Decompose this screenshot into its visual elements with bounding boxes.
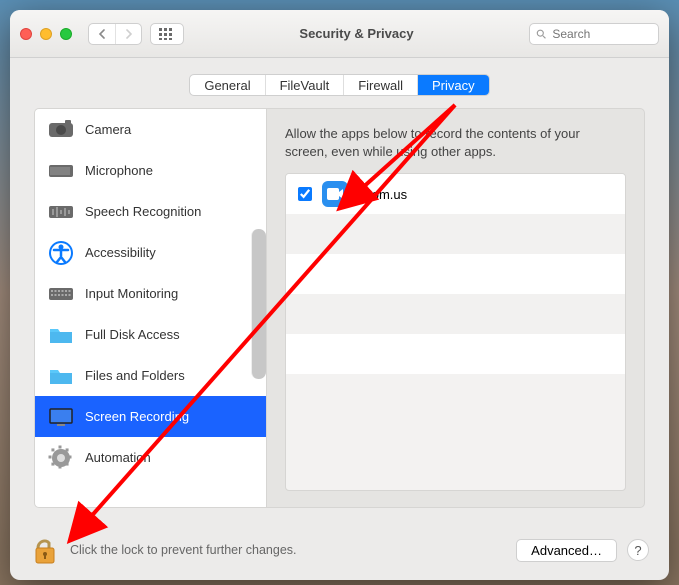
- sidebar-item-label: Files and Folders: [85, 368, 185, 383]
- sidebar-item-speech-recognition[interactable]: Speech Recognition: [35, 191, 266, 232]
- search-icon: [536, 28, 546, 40]
- minimize-window-button[interactable]: [40, 28, 52, 40]
- nav-buttons: [88, 23, 142, 45]
- close-window-button[interactable]: [20, 28, 32, 40]
- search-input[interactable]: [552, 27, 652, 41]
- app-row: [286, 214, 625, 254]
- titlebar: Security & Privacy: [10, 10, 669, 58]
- screen-icon: [47, 403, 75, 431]
- sidebar-item-full-disk-access[interactable]: Full Disk Access: [35, 314, 266, 355]
- app-row: [286, 334, 625, 374]
- preferences-window: Security & Privacy GeneralFileVaultFirew…: [10, 10, 669, 580]
- sidebar-item-label: Microphone: [85, 163, 153, 178]
- search-field[interactable]: [529, 23, 659, 45]
- microphone-icon: [47, 157, 75, 185]
- sidebar-item-automation[interactable]: Automation: [35, 437, 266, 478]
- app-name-label: zoom.us: [358, 187, 407, 202]
- content-area: Camera Microphone Speech Recognition Access…: [34, 108, 645, 508]
- sidebar-item-camera[interactable]: Camera: [35, 109, 266, 150]
- app-row: zoom.us: [286, 174, 625, 214]
- lock-hint-text: Click the lock to prevent further change…: [70, 543, 506, 557]
- keyboard-icon: [47, 280, 75, 308]
- sidebar-item-label: Accessibility: [85, 245, 156, 260]
- sidebar-item-microphone[interactable]: Microphone: [35, 150, 266, 191]
- forward-button[interactable]: [115, 24, 141, 44]
- sidebar-item-label: Input Monitoring: [85, 286, 178, 301]
- tab-general[interactable]: General: [190, 75, 265, 95]
- sidebar-item-files-and-folders[interactable]: Files and Folders: [35, 355, 266, 396]
- advanced-button[interactable]: Advanced…: [516, 539, 617, 562]
- sidebar-item-label: Full Disk Access: [85, 327, 180, 342]
- footer: Click the lock to prevent further change…: [10, 520, 669, 580]
- sidebar-item-screen-recording[interactable]: Screen Recording: [35, 396, 266, 437]
- gear-icon: [47, 444, 75, 472]
- sidebar-item-label: Camera: [85, 122, 131, 137]
- zoom-window-button[interactable]: [60, 28, 72, 40]
- main-panel: Allow the apps below to record the conte…: [267, 109, 644, 507]
- window-controls: [20, 28, 72, 40]
- folder-icon: [47, 321, 75, 349]
- permission-description: Allow the apps below to record the conte…: [285, 125, 626, 161]
- app-row: [286, 254, 625, 294]
- folder-icon: [47, 362, 75, 390]
- show-all-button[interactable]: [150, 23, 184, 45]
- tabs-bar: GeneralFileVaultFirewallPrivacy: [10, 58, 669, 108]
- privacy-sidebar[interactable]: Camera Microphone Speech Recognition Access…: [35, 109, 267, 507]
- sidebar-item-label: Screen Recording: [85, 409, 189, 424]
- help-button[interactable]: ?: [627, 539, 649, 561]
- lock-icon[interactable]: [30, 535, 60, 565]
- app-list: zoom.us: [285, 173, 626, 491]
- speech-icon: [47, 198, 75, 226]
- scrollbar[interactable]: [251, 229, 266, 379]
- sidebar-item-label: Automation: [85, 450, 151, 465]
- tab-privacy[interactable]: Privacy: [418, 75, 489, 95]
- sidebar-item-label: Speech Recognition: [85, 204, 201, 219]
- tab-firewall[interactable]: Firewall: [344, 75, 418, 95]
- window-title: Security & Privacy: [192, 26, 521, 41]
- back-button[interactable]: [89, 24, 115, 44]
- sidebar-item-accessibility[interactable]: Accessibility: [35, 232, 266, 273]
- camera-icon: [47, 116, 75, 144]
- accessibility-icon: [47, 239, 75, 267]
- tab-filevault[interactable]: FileVault: [266, 75, 345, 95]
- sidebar-item-input-monitoring[interactable]: Input Monitoring: [35, 273, 266, 314]
- app-row: [286, 294, 625, 334]
- app-checkbox[interactable]: [298, 187, 312, 201]
- zoom-icon: [322, 181, 348, 207]
